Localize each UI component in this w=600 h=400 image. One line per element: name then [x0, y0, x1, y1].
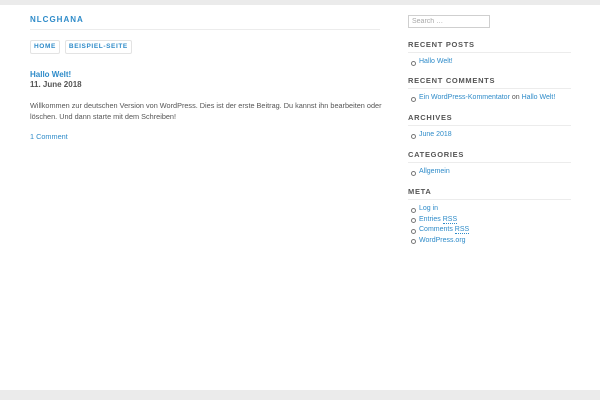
widget-title-recent-posts: RECENT POSTS [408, 40, 571, 53]
post-title-link[interactable]: Hallo Welt! [30, 70, 71, 79]
list-item: Allgemein [408, 167, 571, 178]
search-input[interactable] [408, 15, 490, 28]
list-item: Ein WordPress-Kommentator on Hallo Welt! [408, 93, 571, 104]
category-link[interactable]: Allgemein [419, 168, 450, 175]
login-link[interactable]: Log in [419, 205, 438, 212]
entries-rss-label: Entries [419, 215, 441, 223]
widget-title-meta: META [408, 187, 571, 200]
main-navigation: HOME BEISPIEL-SEITE [30, 40, 132, 54]
nav-item-home[interactable]: HOME [30, 40, 60, 54]
widget-categories: CATEGORIES Allgemein [408, 150, 571, 178]
list-item: Hallo Welt! [408, 57, 571, 68]
top-border [0, 0, 600, 5]
list-item: Comments RSS [408, 225, 571, 236]
comments-link[interactable]: 1 Comment [30, 132, 68, 141]
widget-recent-comments: RECENT COMMENTS Ein WordPress-Kommentato… [408, 76, 571, 104]
post-date: 11. June 2018 [30, 80, 82, 89]
nav-item-beispiel-seite[interactable]: BEISPIEL-SEITE [64, 40, 132, 54]
widget-meta: META Log in Entries RSS Comments RSS Wor… [408, 187, 571, 246]
rss-abbr: RSS [454, 226, 470, 234]
widget-title-archives: ARCHIVES [408, 113, 571, 126]
widget-title-recent-comments: RECENT COMMENTS [408, 76, 571, 89]
list-item: Entries RSS [408, 215, 571, 226]
list-item: Log in [408, 204, 571, 215]
comment-author-link[interactable]: Ein WordPress-Kommentator [419, 94, 510, 101]
archive-link[interactable]: June 2018 [419, 131, 452, 138]
post-content: Willkommen zur deutschen Version von Wor… [30, 101, 382, 121]
list-item: June 2018 [408, 130, 571, 141]
widget-title-categories: CATEGORIES [408, 150, 571, 163]
title-divider [30, 29, 380, 30]
footer-bar [0, 390, 600, 400]
comment-post-link[interactable]: Hallo Welt! [522, 94, 556, 101]
entries-rss-link[interactable]: Entries RSS [419, 215, 458, 224]
recent-post-link[interactable]: Hallo Welt! [419, 58, 453, 65]
comments-rss-label: Comments [419, 226, 453, 233]
comments-rss-link[interactable]: Comments RSS [419, 226, 470, 234]
comment-on-text: on [511, 94, 520, 101]
list-item: WordPress.org [408, 236, 571, 247]
widget-recent-posts: RECENT POSTS Hallo Welt! [408, 40, 571, 68]
site-title-link[interactable]: NLCGHANA [30, 15, 84, 24]
rss-abbr: RSS [442, 215, 458, 224]
widget-archives: ARCHIVES June 2018 [408, 113, 571, 141]
wordpress-org-link[interactable]: WordPress.org [419, 237, 466, 244]
